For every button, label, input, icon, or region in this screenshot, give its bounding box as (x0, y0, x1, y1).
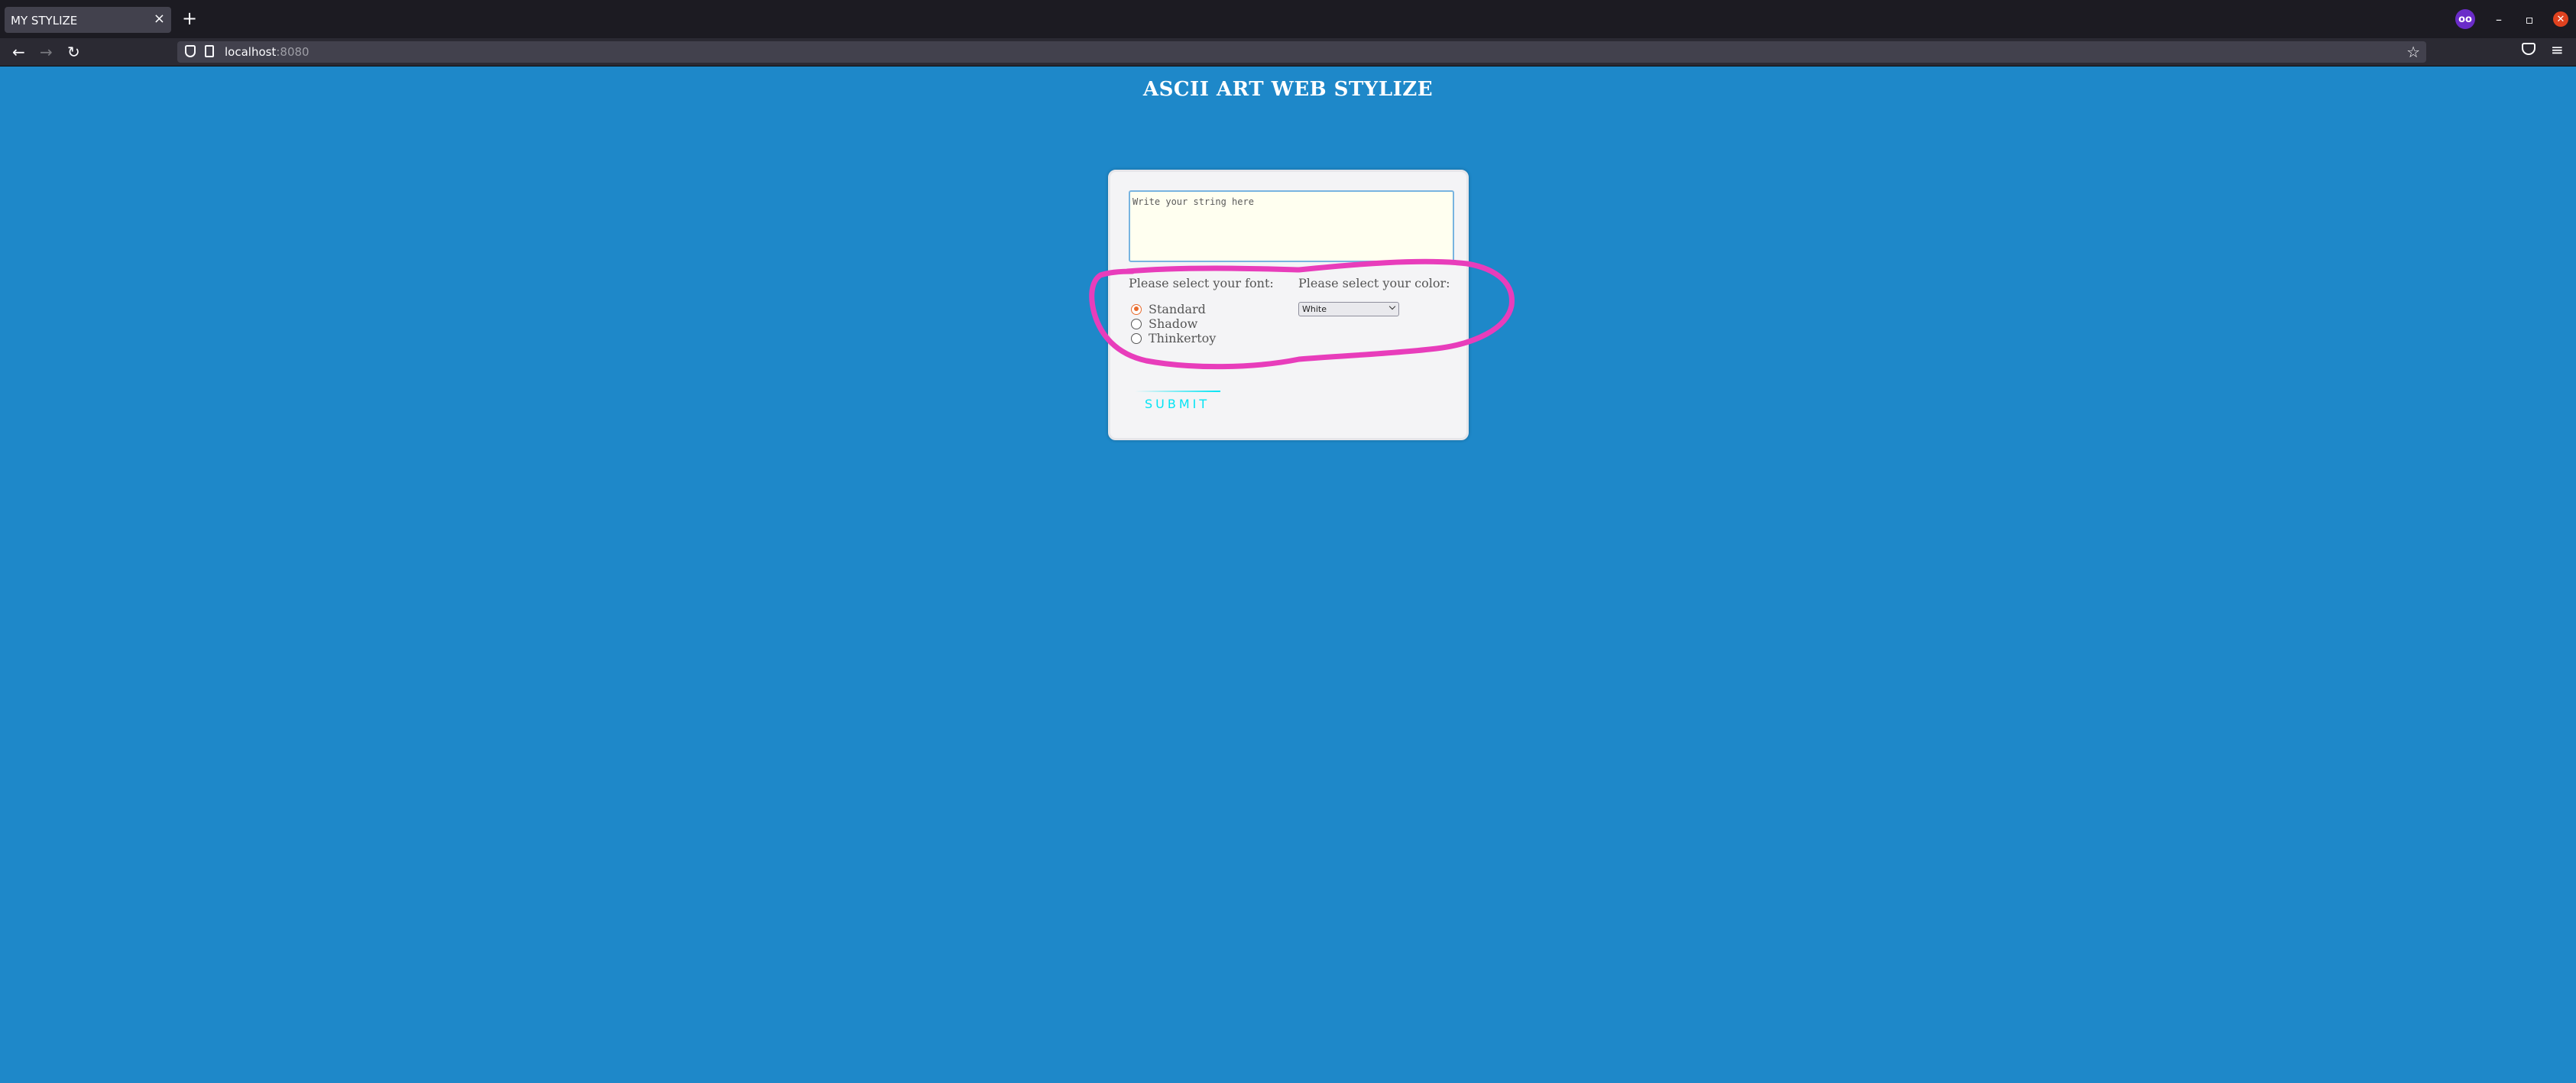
back-arrow-icon[interactable]: ← (12, 43, 25, 61)
font-option-thinkertoy[interactable]: Thinkertoy (1131, 331, 1216, 345)
radio-shadow[interactable] (1131, 318, 1142, 329)
window-controls: oo – ▫ ✕ (2455, 9, 2568, 29)
font-label: Please select your font: (1129, 276, 1274, 290)
profile-icon[interactable]: oo (2455, 9, 2475, 29)
font-radio-group: Standard Shadow Thinkertoy (1131, 302, 1216, 345)
page-content: ASCII ART WEB STYLIZE Please select your… (0, 67, 2576, 1083)
window-close-icon[interactable]: ✕ (2553, 11, 2568, 27)
radio-thinkertoy[interactable] (1131, 332, 1142, 344)
url-text[interactable]: localhost:8080 (225, 45, 309, 59)
color-label: Please select your color: (1298, 276, 1450, 290)
url-host: localhost (225, 45, 277, 59)
navigation-bar: ← → ↻ localhost:8080 ☆ ≡ (0, 38, 2576, 66)
submit-accent-line (1135, 391, 1220, 392)
browser-tab[interactable]: MY STYLIZE × (5, 7, 171, 33)
page-info-icon[interactable] (205, 45, 214, 57)
url-port: :8080 (276, 45, 309, 59)
bookmark-star-icon[interactable]: ☆ (2406, 43, 2420, 61)
tab-title: MY STYLIZE (11, 14, 78, 28)
hamburger-menu-icon[interactable]: ≡ (2551, 41, 2564, 59)
color-select[interactable]: White (1298, 302, 1399, 316)
minimize-icon[interactable]: – (2492, 12, 2506, 27)
font-option-standard[interactable]: Standard (1131, 302, 1216, 316)
radio-label-shadow: Shadow (1149, 316, 1198, 331)
radio-label-thinkertoy: Thinkertoy (1149, 331, 1217, 345)
radio-label-standard: Standard (1149, 302, 1206, 316)
new-tab-button[interactable]: + (182, 9, 197, 28)
forward-arrow-icon[interactable]: → (40, 43, 53, 61)
tab-bar: MY STYLIZE × + oo – ▫ ✕ (0, 0, 2576, 38)
page-title: ASCII ART WEB STYLIZE (1142, 78, 1434, 101)
reload-icon[interactable]: ↻ (67, 43, 80, 61)
pocket-icon[interactable] (2522, 43, 2535, 55)
stylize-form: Please select your font: Please select y… (1108, 170, 1469, 440)
submit-button[interactable]: SUBMIT (1145, 397, 1210, 411)
radio-standard[interactable] (1131, 303, 1142, 315)
restore-icon[interactable]: ▫ (2523, 12, 2536, 27)
address-bar[interactable]: localhost:8080 ☆ (177, 41, 2426, 63)
color-select-value: White (1302, 304, 1327, 314)
font-option-shadow[interactable]: Shadow (1131, 316, 1216, 331)
chevron-down-icon (1388, 303, 1396, 310)
shield-icon[interactable] (185, 45, 196, 57)
string-input[interactable] (1129, 190, 1454, 262)
tab-close-icon[interactable]: × (154, 11, 165, 27)
